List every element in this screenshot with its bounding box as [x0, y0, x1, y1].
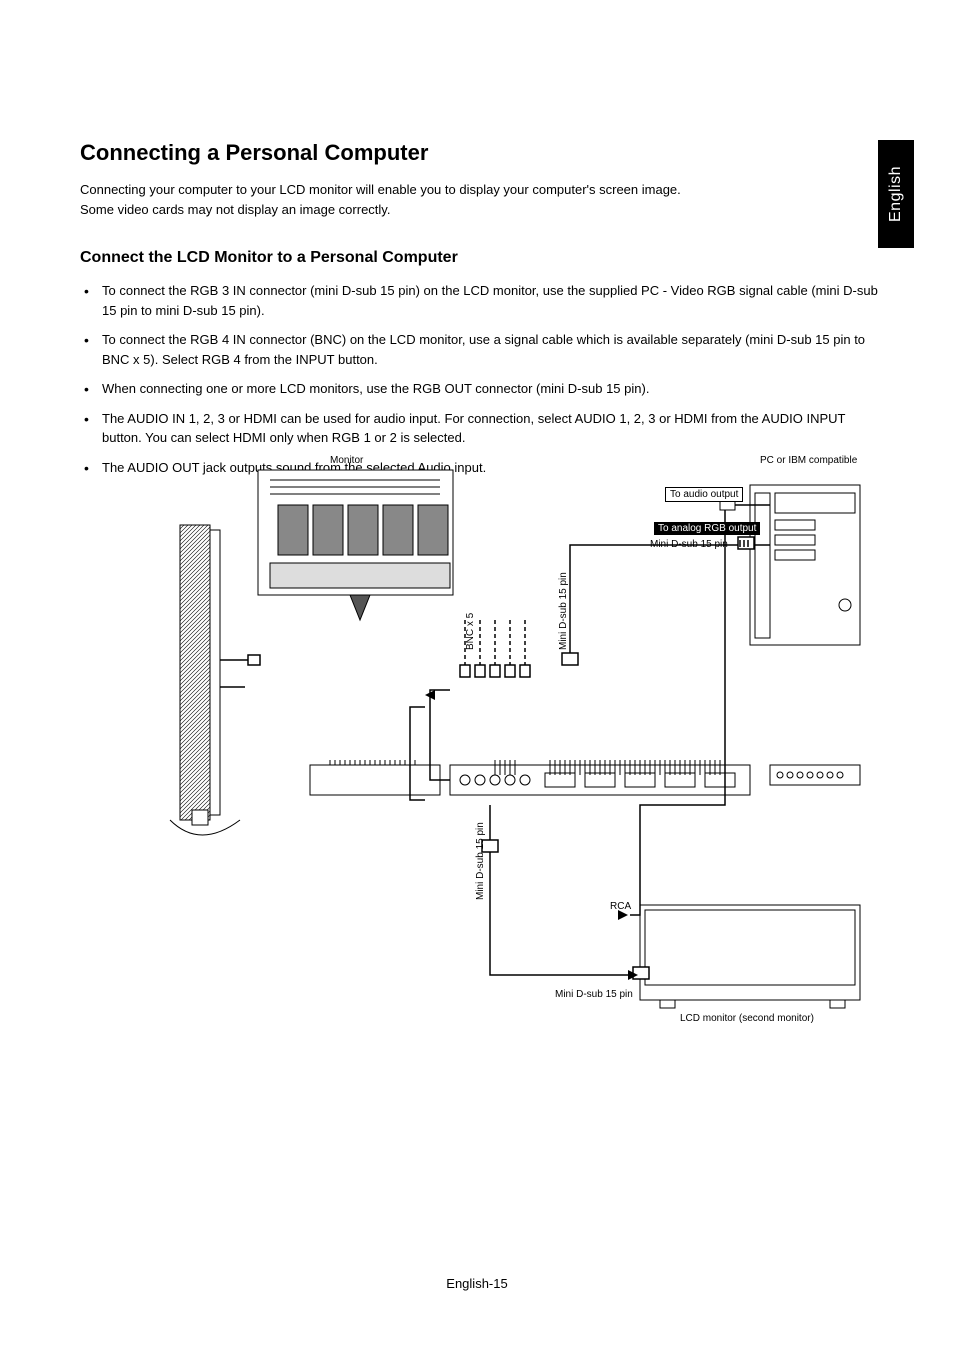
label-monitor: Monitor	[330, 455, 363, 466]
label-pc: PC or IBM compatible	[760, 455, 857, 466]
bullet-list: To connect the RGB 3 IN connector (mini …	[80, 281, 884, 477]
list-item: The AUDIO IN 1, 2, 3 or HDMI can be used…	[102, 409, 884, 448]
intro-line-2: Some video cards may not display an imag…	[80, 200, 884, 220]
label-to-audio-output: To audio output	[665, 487, 743, 502]
label-rca: RCA	[610, 901, 631, 912]
label-bncx5: BNC x 5	[465, 613, 476, 650]
list-item: When connecting one or more LCD monitors…	[102, 379, 884, 399]
subheading: Connect the LCD Monitor to a Personal Co…	[80, 249, 884, 267]
list-item: To connect the RGB 4 IN connector (BNC) …	[102, 330, 884, 369]
language-tab: English	[878, 140, 914, 248]
label-mini-dsub-a: Mini D-sub 15 pin	[650, 539, 728, 550]
label-second-monitor: LCD monitor (second monitor)	[680, 1013, 814, 1024]
page-footer: English-15	[0, 1276, 954, 1291]
language-label: English	[887, 166, 905, 222]
page-title: Connecting a Personal Computer	[80, 140, 884, 166]
intro-line-1: Connecting your computer to your LCD mon…	[80, 180, 884, 200]
label-mini-dsub-d: Mini D-sub 15 pin	[555, 989, 633, 1000]
intro-block: Connecting your computer to your LCD mon…	[80, 180, 884, 219]
label-mini-dsub-b: Mini D-sub 15 pin	[558, 572, 569, 650]
list-item: To connect the RGB 3 IN connector (mini …	[102, 281, 884, 320]
label-to-analog-rgb-output: To analog RGB output	[654, 522, 760, 535]
connection-diagram: Monitor PC or IBM compatible To audio ou…	[150, 455, 870, 1035]
label-mini-dsub-c: Mini D-sub 15 pin	[475, 822, 486, 900]
